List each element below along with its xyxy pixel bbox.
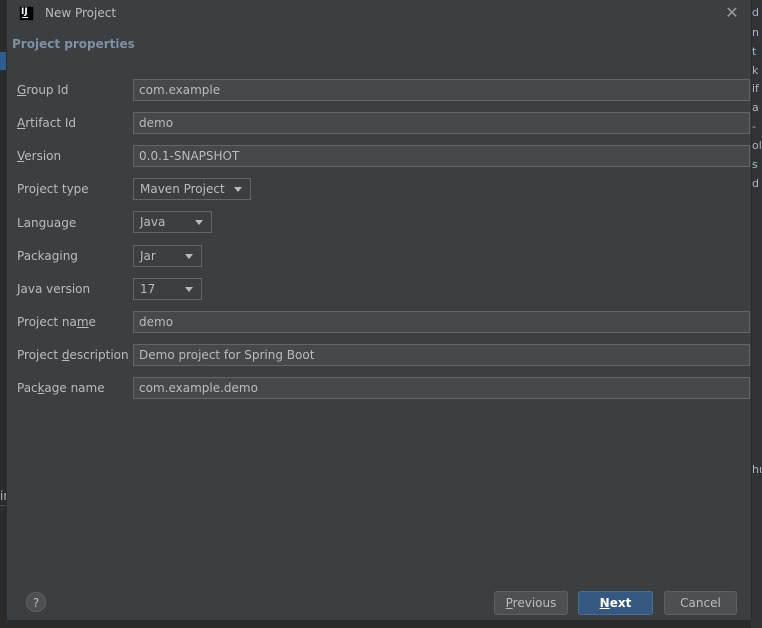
background-text-fragment: hu [752,463,762,476]
background-divider [0,505,7,506]
chevron-down-icon [234,187,242,192]
background-text-fragment: n [752,26,759,39]
package-name-label: Package name [17,381,105,395]
dialog-title: New Project [45,6,117,20]
version-field[interactable]: 0.0.1-SNAPSHOT [133,145,750,167]
project-name-field[interactable]: demo [133,311,750,333]
group-id-field[interactable]: com.example [133,79,750,101]
project-description-field[interactable]: Demo project for Spring Boot [133,344,750,366]
packaging-label: Packaging [17,249,78,263]
dialog-titlebar[interactable]: IJ New Project ✕ [7,0,751,28]
project-type-dropdown[interactable]: Maven Project [133,178,251,200]
project-type-label: Project type [17,182,89,196]
artifact-id-field[interactable]: demo [133,112,750,134]
section-header: Project properties [12,37,135,51]
chevron-down-icon [185,254,193,259]
language-dropdown[interactable]: Java [133,211,212,233]
chevron-down-icon [195,220,203,225]
packaging-dropdown[interactable]: Jar [133,245,202,267]
close-icon[interactable]: ✕ [723,3,741,23]
group-id-label: Group Id [17,83,69,97]
background-text-fragment: if [752,82,759,95]
background-text-fragment: a [752,101,759,114]
cancel-button[interactable]: Cancel [664,591,737,615]
intellij-logo-icon: IJ [19,6,34,21]
java-version-dropdown[interactable]: 17 [133,278,202,300]
version-label: Version [17,149,62,163]
next-button[interactable]: Next [578,591,653,615]
background-text-fragment: k [752,64,759,77]
project-description-label: Project description [17,348,129,362]
background-text-fragment: t [752,45,757,58]
previous-button[interactable]: Previous [494,591,568,615]
background-text-fragment: s [752,158,758,171]
language-label: Language [17,216,77,230]
project-name-label: Project name [17,315,96,329]
new-project-dialog: IJ New Project ✕ Project properties Grou… [7,0,751,620]
artifact-id-label: Artifact Id [17,116,77,130]
java-version-label: Java version [17,282,91,296]
java-version-value: 17 [140,282,156,296]
help-button[interactable]: ? [26,592,46,612]
background-text-fragment: - [752,120,756,133]
language-value: Java [140,215,166,229]
background-editor-strip: d n t k if a - ol s d hu [751,0,762,628]
project-type-value: Maven Project [140,182,225,196]
background-text-fragment: d [752,177,759,190]
background-text-fragment: ol [752,139,762,152]
background-text-fragment: d [752,6,759,19]
chevron-down-icon [185,287,193,292]
packaging-value: Jar [140,249,156,263]
background-selection-bar [0,52,7,70]
package-name-field[interactable]: com.example.demo [133,377,750,399]
